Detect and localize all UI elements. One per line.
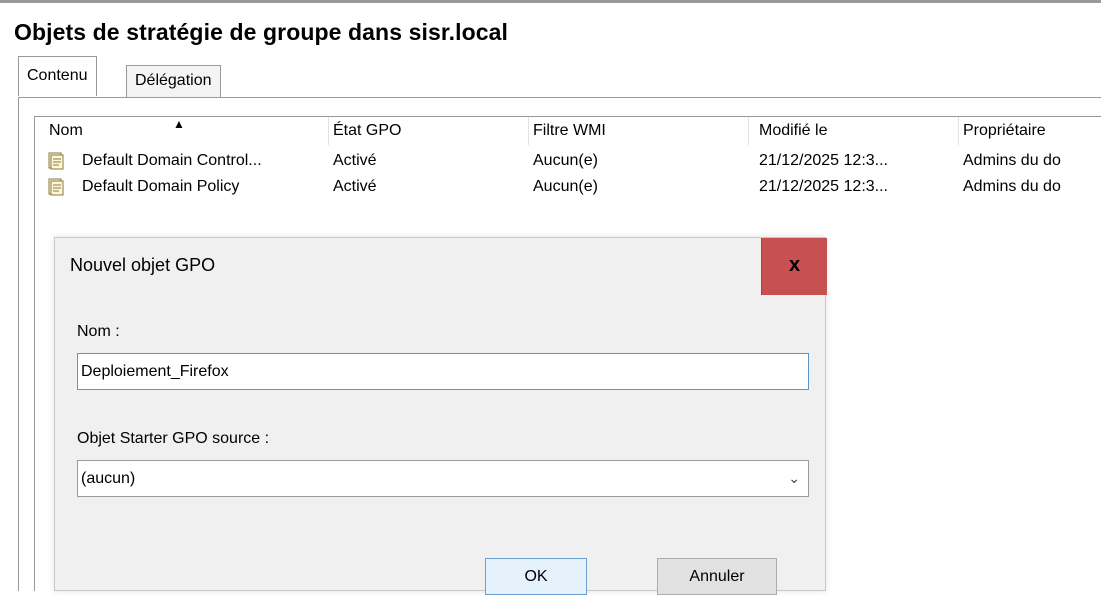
dialog-title: Nouvel objet GPO bbox=[70, 255, 216, 275]
column-header-nom[interactable]: Nom bbox=[49, 117, 329, 145]
gpo-document-icon bbox=[48, 178, 64, 196]
row-state: Activé bbox=[333, 178, 377, 195]
row-state: Activé bbox=[333, 152, 377, 169]
gpo-document-icon bbox=[48, 152, 64, 170]
close-button[interactable]: x bbox=[761, 238, 827, 295]
row-wmi: Aucun(e) bbox=[533, 152, 598, 169]
starter-gpo-select[interactable]: (aucun) ⌄ bbox=[77, 460, 809, 497]
table-row[interactable]: Default Domain Policy Activé Aucun(e) 21… bbox=[35, 174, 1101, 200]
cancel-button[interactable]: Annuler bbox=[657, 558, 777, 595]
row-owner: Admins du do bbox=[963, 178, 1061, 195]
starter-gpo-label: Objet Starter GPO source : bbox=[77, 430, 270, 447]
row-owner: Admins du do bbox=[963, 152, 1061, 169]
starter-gpo-value: (aucun) bbox=[81, 470, 136, 487]
table-row[interactable]: Default Domain Control... Activé Aucun(e… bbox=[35, 148, 1101, 174]
window-top-border bbox=[0, 0, 1101, 10]
column-header-proprietaire[interactable]: Propriétaire bbox=[959, 117, 1101, 145]
tab-contenu[interactable]: Contenu bbox=[18, 56, 97, 96]
row-name: Default Domain Control... bbox=[82, 152, 262, 169]
column-header-modifie-le[interactable]: Modifié le bbox=[749, 117, 959, 145]
chevron-down-icon: ⌄ bbox=[788, 470, 800, 486]
row-modified: 21/12/2025 12:3... bbox=[759, 152, 888, 169]
close-icon: x bbox=[788, 254, 801, 276]
tab-delegation[interactable]: Délégation bbox=[126, 65, 221, 98]
sort-ascending-icon: ▲ bbox=[173, 117, 185, 131]
name-label: Nom : bbox=[77, 323, 120, 340]
page-title: Objets de stratégie de groupe dans sisr.… bbox=[14, 19, 509, 45]
row-wmi: Aucun(e) bbox=[533, 178, 598, 195]
row-name: Default Domain Policy bbox=[82, 178, 240, 195]
row-modified: 21/12/2025 12:3... bbox=[759, 178, 888, 195]
ok-button[interactable]: OK bbox=[485, 558, 587, 595]
column-header-nom-label: Nom bbox=[49, 122, 83, 139]
gpo-name-input[interactable] bbox=[77, 353, 809, 390]
new-gpo-dialog: Nouvel objet GPO x Nom : Objet Starter G… bbox=[54, 237, 827, 595]
column-header-etat-gpo[interactable]: État GPO bbox=[329, 117, 529, 145]
column-header-filtre-wmi[interactable]: Filtre WMI bbox=[529, 117, 749, 145]
